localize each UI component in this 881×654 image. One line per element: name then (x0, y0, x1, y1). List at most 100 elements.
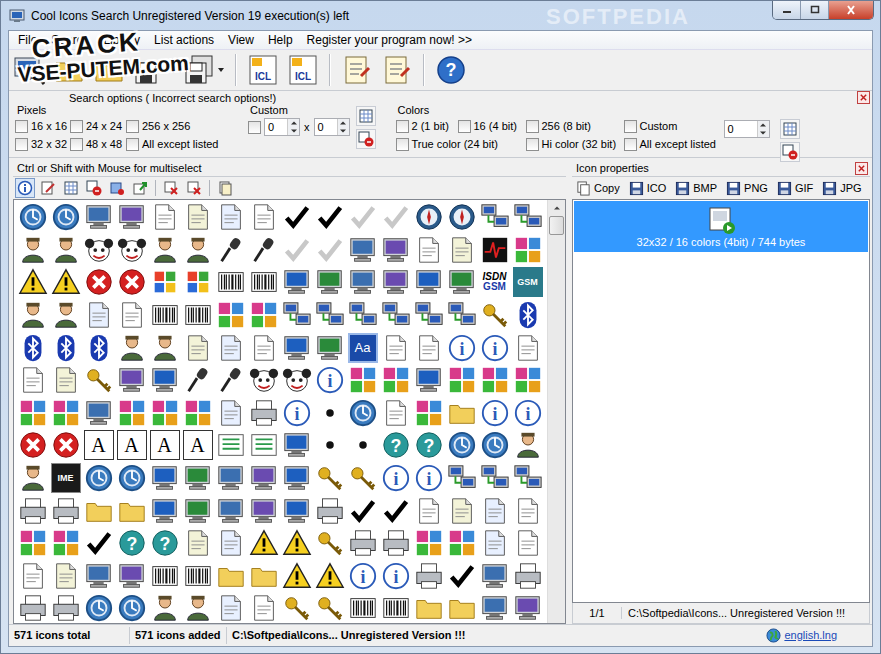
icon-cell[interactable]: i (478, 331, 511, 364)
menu-item[interactable]: Library (96, 33, 147, 47)
icon-cell[interactable] (82, 331, 115, 364)
icon-cell[interactable] (148, 201, 181, 234)
icon-cell[interactable] (82, 462, 115, 495)
up-arrow-icon[interactable] (759, 122, 767, 128)
icon-cell[interactable] (148, 299, 181, 332)
icon-cell[interactable] (214, 234, 247, 267)
icon-cell[interactable] (181, 299, 214, 332)
icon-cell[interactable] (49, 592, 82, 623)
menu-item[interactable]: File (11, 33, 44, 47)
icon-cell[interactable] (49, 494, 82, 527)
pixel-checkbox[interactable]: 16 x 16 (15, 119, 70, 133)
icon-cell[interactable] (280, 494, 313, 527)
icon-cell[interactable] (313, 201, 346, 234)
icon-cell[interactable] (379, 234, 412, 267)
icon-cell[interactable] (280, 266, 313, 299)
icon-cell[interactable] (412, 494, 445, 527)
icon-cell[interactable] (313, 299, 346, 332)
icon-cell[interactable] (478, 527, 511, 560)
icon-cell[interactable] (445, 266, 478, 299)
icon-cell[interactable] (379, 397, 412, 430)
list-tool-button[interactable] (84, 178, 104, 198)
toolbar-button[interactable] (131, 52, 177, 88)
icon-cell[interactable] (16, 234, 49, 267)
icon-cell[interactable] (346, 201, 379, 234)
icon-cell[interactable] (280, 331, 313, 364)
menu-item[interactable]: Search (44, 33, 96, 47)
icon-cell[interactable] (181, 364, 214, 397)
icon-cell[interactable] (346, 266, 379, 299)
icon-cell[interactable] (511, 331, 544, 364)
icon-cell[interactable] (214, 592, 247, 623)
icon-cell[interactable] (49, 201, 82, 234)
pixel-checkbox[interactable]: 24 x 24 (70, 119, 126, 133)
menu-item[interactable]: Help (261, 33, 300, 47)
color-checkbox[interactable]: 16 (4 bit) (458, 119, 526, 133)
icon-cell[interactable] (379, 201, 412, 234)
icon-cell[interactable] (49, 527, 82, 560)
icon-cell[interactable] (214, 364, 247, 397)
list-tool-button[interactable] (161, 178, 181, 198)
list-tool-button[interactable] (61, 178, 81, 198)
icon-cell[interactable]: A (115, 429, 148, 462)
icon-cell[interactable]: i (346, 560, 379, 593)
icon-cell[interactable] (148, 560, 181, 593)
icon-cell[interactable] (412, 592, 445, 623)
icon-cell[interactable] (148, 331, 181, 364)
icon-cell[interactable] (280, 462, 313, 495)
close-panel-button[interactable] (857, 91, 870, 104)
icon-cell[interactable] (16, 560, 49, 593)
icon-cell[interactable] (412, 397, 445, 430)
color-checkbox[interactable]: 256 (8 bit) (526, 119, 624, 133)
icon-cell[interactable] (478, 201, 511, 234)
icon-cell[interactable]: A (148, 429, 181, 462)
color-checkbox[interactable]: Hi color (32 bit) (526, 137, 624, 151)
icon-cell[interactable] (412, 364, 445, 397)
icon-cell[interactable] (247, 494, 280, 527)
icon-cell[interactable] (82, 527, 115, 560)
icon-cell[interactable] (412, 201, 445, 234)
icon-cell[interactable] (313, 331, 346, 364)
maximize-button[interactable] (800, 1, 828, 19)
icon-cell[interactable] (49, 234, 82, 267)
pixel-checkbox[interactable]: 256 x 256 (126, 119, 236, 133)
icon-cell[interactable] (280, 429, 313, 462)
icon-cell[interactable]: i (313, 364, 346, 397)
icon-cell[interactable] (511, 592, 544, 623)
icon-cell[interactable] (478, 429, 511, 462)
icon-cell[interactable] (511, 527, 544, 560)
icon-cell[interactable] (247, 527, 280, 560)
icon-cell[interactable] (445, 201, 478, 234)
icon-cell[interactable] (412, 527, 445, 560)
icon-cell[interactable] (49, 397, 82, 430)
down-arrow-icon[interactable] (290, 128, 298, 134)
toolbar-button[interactable] (379, 52, 415, 88)
icon-cell[interactable] (511, 462, 544, 495)
icon-cell[interactable] (445, 592, 478, 623)
icon-cell[interactable] (82, 201, 115, 234)
icon-cell[interactable] (313, 527, 346, 560)
icon-cell[interactable] (313, 494, 346, 527)
icon-cell[interactable] (214, 201, 247, 234)
icon-cell[interactable]: A (181, 429, 214, 462)
icon-cell[interactable] (511, 364, 544, 397)
scroll-up-button[interactable] (548, 200, 565, 216)
up-arrow-icon[interactable] (339, 120, 347, 126)
icon-cell[interactable] (478, 592, 511, 623)
icon-cell[interactable] (115, 234, 148, 267)
icon-cell[interactable]: i (511, 397, 544, 430)
icon-cell[interactable] (412, 234, 445, 267)
icon-cell[interactable] (115, 560, 148, 593)
icon-cell[interactable] (181, 331, 214, 364)
scroll-thumb[interactable] (549, 216, 564, 235)
icon-cell[interactable] (115, 299, 148, 332)
icon-cell[interactable] (280, 527, 313, 560)
export-button[interactable]: JPG (822, 181, 861, 196)
icon-cell[interactable] (16, 527, 49, 560)
toolbar-button[interactable]: ICL (285, 52, 321, 88)
icon-cell[interactable] (247, 299, 280, 332)
icon-cell[interactable] (346, 592, 379, 623)
icon-cell[interactable] (445, 397, 478, 430)
icon-cell[interactable] (478, 364, 511, 397)
down-arrow-icon[interactable] (759, 130, 767, 136)
